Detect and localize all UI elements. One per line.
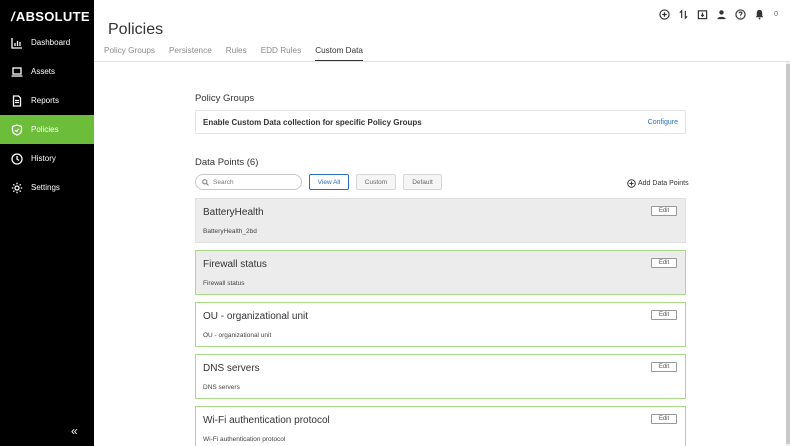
sidebar-item-history[interactable]: History xyxy=(0,144,94,173)
edit-button[interactable]: Edit xyxy=(651,414,677,424)
sidebar-item-dashboard[interactable]: Dashboard xyxy=(0,28,94,57)
plus-circle-icon[interactable] xyxy=(659,9,670,20)
search-icon xyxy=(202,178,209,186)
data-point-name: OU - organizational unit xyxy=(203,311,309,322)
clock-icon xyxy=(11,152,23,165)
shield-icon xyxy=(11,123,23,136)
page-scrollbar[interactable] xyxy=(786,62,790,446)
policy-groups-title: Policy Groups xyxy=(195,93,255,104)
page-title: Policies xyxy=(108,21,164,38)
add-data-points-button[interactable]: Add Data Points xyxy=(627,179,689,188)
filter-custom-button[interactable]: Custom xyxy=(356,174,396,190)
tab-rules[interactable]: Rules xyxy=(226,46,247,61)
sidebar-item-reports[interactable]: Reports xyxy=(0,86,94,115)
edit-button[interactable]: Edit xyxy=(651,258,677,268)
data-point-name: Firewall status xyxy=(203,259,267,270)
sidebar-item-settings[interactable]: Settings xyxy=(0,173,94,202)
edit-button[interactable]: Edit xyxy=(651,206,677,216)
laptop-icon xyxy=(11,66,23,78)
collapse-sidebar-button[interactable]: « xyxy=(71,424,78,438)
tab-divider xyxy=(94,61,790,62)
add-data-points-label: Add Data Points xyxy=(638,180,689,187)
chart-icon xyxy=(11,37,23,49)
download-icon[interactable] xyxy=(697,9,708,20)
filter-default-button[interactable]: Default xyxy=(403,174,442,190)
data-point-name: Wi-Fi authentication protocol xyxy=(203,415,330,426)
data-point-card[interactable]: OU - organizational unit OU - organizati… xyxy=(195,302,686,347)
sidebar-item-policies[interactable]: Policies xyxy=(0,115,94,144)
data-point-description: OU - organizational unit xyxy=(203,332,272,339)
sidebar-item-label: Reports xyxy=(31,96,60,105)
filter-view-all-button[interactable]: View All xyxy=(309,174,349,190)
tab-custom-data[interactable]: Custom Data xyxy=(315,46,363,61)
configure-link[interactable]: Configure xyxy=(648,119,678,126)
gear-icon xyxy=(11,182,23,194)
user-icon[interactable] xyxy=(716,9,727,20)
data-point-description: Wi-Fi authentication protocol xyxy=(203,436,286,443)
sidebar-item-label: Assets xyxy=(31,67,56,76)
notification-count: 0 xyxy=(774,11,778,18)
policy-groups-row: Enable Custom Data collection for specif… xyxy=(195,110,686,134)
data-point-card[interactable]: BatteryHealth BatteryHealth_2bd Edit xyxy=(195,198,686,243)
absolute-logo[interactable]: /ABSOLUTE xyxy=(11,9,90,24)
bell-icon[interactable] xyxy=(754,9,765,20)
scrollbar-thumb[interactable] xyxy=(786,64,790,444)
data-points-title: Data Points (6) xyxy=(195,157,259,168)
search-box[interactable] xyxy=(195,174,302,190)
transfer-icon[interactable] xyxy=(678,9,689,20)
document-icon xyxy=(11,94,23,107)
data-point-description: BatteryHealth_2bd xyxy=(203,228,257,235)
sidebar-item-label: Settings xyxy=(31,183,60,192)
data-point-description: Firewall status xyxy=(203,280,245,287)
data-point-card[interactable]: DNS servers DNS servers Edit xyxy=(195,354,686,399)
data-point-card[interactable]: Wi-Fi authentication protocol Wi-Fi auth… xyxy=(195,406,686,446)
header-toolbar: 0 xyxy=(659,9,778,20)
tab-policy-groups[interactable]: Policy Groups xyxy=(104,46,155,61)
sidebar: /ABSOLUTE Dashboard Assets Reports Polic… xyxy=(0,0,94,446)
tab-persistence[interactable]: Persistence xyxy=(169,46,212,61)
plus-circle-icon xyxy=(627,179,636,188)
data-point-name: BatteryHealth xyxy=(203,207,264,218)
data-point-description: DNS servers xyxy=(203,384,240,391)
search-input[interactable] xyxy=(213,178,293,186)
policy-groups-row-label: Enable Custom Data collection for specif… xyxy=(203,117,422,127)
tab-edd-rules[interactable]: EDD Rules xyxy=(261,46,302,61)
sidebar-item-label: History xyxy=(31,154,56,163)
edit-button[interactable]: Edit xyxy=(651,362,677,372)
sidebar-item-label: Policies xyxy=(31,125,59,134)
tab-bar: Policy Groups Persistence Rules EDD Rule… xyxy=(104,46,363,61)
sidebar-item-assets[interactable]: Assets xyxy=(0,57,94,86)
data-point-name: DNS servers xyxy=(203,363,260,374)
sidebar-item-label: Dashboard xyxy=(31,38,71,47)
data-point-card[interactable]: Firewall status Firewall status Edit xyxy=(195,250,686,295)
help-icon[interactable] xyxy=(735,9,746,20)
edit-button[interactable]: Edit xyxy=(651,310,677,320)
